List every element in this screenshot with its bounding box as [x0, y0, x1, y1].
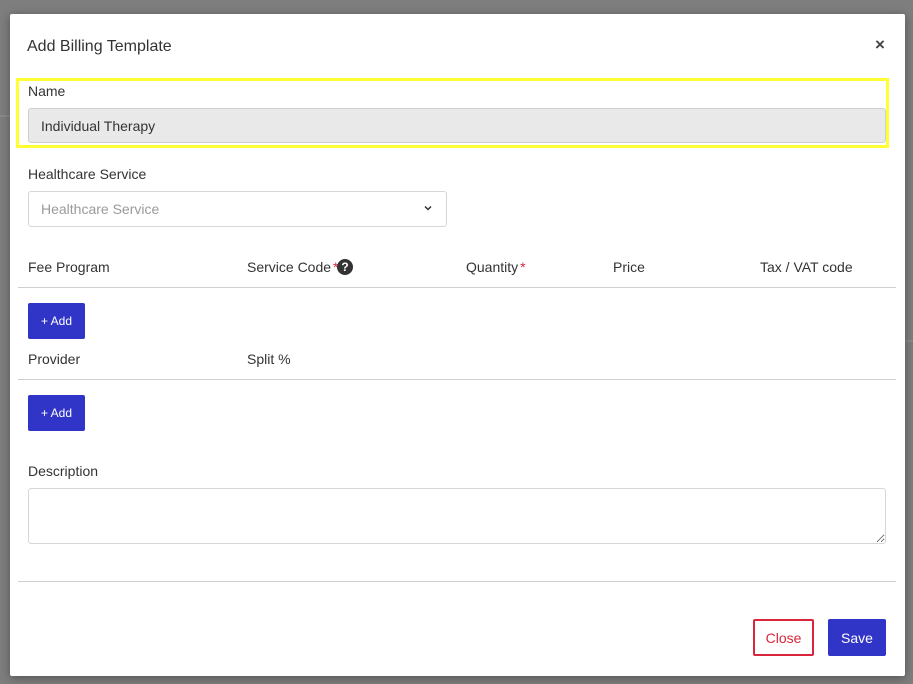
- healthcare-service-placeholder: Healthcare Service: [41, 201, 160, 217]
- name-label: Name: [28, 83, 66, 99]
- chevron-down-icon: [424, 205, 432, 211]
- add-billing-template-modal: Add Billing Template × Name Healthcare S…: [10, 14, 905, 676]
- column-service-code: Service Code *: [247, 259, 339, 275]
- column-split-percent: Split %: [247, 351, 291, 367]
- footer-divider: [18, 581, 896, 582]
- column-price: Price: [613, 259, 645, 275]
- question-circle-icon[interactable]: ?: [337, 259, 353, 275]
- column-provider: Provider: [28, 351, 81, 367]
- provider-table-divider: [18, 379, 896, 380]
- add-provider-button[interactable]: + Add: [28, 395, 85, 431]
- column-quantity: Quantity *: [466, 259, 526, 275]
- close-icon[interactable]: ×: [872, 36, 888, 53]
- add-fee-button[interactable]: + Add: [28, 303, 85, 339]
- healthcare-service-select[interactable]: Healthcare Service: [28, 191, 447, 227]
- name-input[interactable]: [28, 108, 886, 143]
- background-page-fragment: [0, 115, 10, 117]
- close-button[interactable]: Close: [753, 619, 814, 656]
- description-label: Description: [28, 463, 99, 479]
- modal-title: Add Billing Template: [27, 38, 172, 55]
- column-fee-program: Fee Program: [28, 259, 110, 275]
- healthcare-service-label: Healthcare Service: [28, 166, 147, 182]
- description-textarea[interactable]: [28, 488, 886, 544]
- required-mark: *: [520, 259, 526, 275]
- column-tax-vat-code: Tax / VAT code: [760, 259, 853, 275]
- fee-table-divider: [18, 287, 896, 288]
- background-page-fragment: [905, 340, 913, 342]
- save-button[interactable]: Save: [828, 619, 886, 656]
